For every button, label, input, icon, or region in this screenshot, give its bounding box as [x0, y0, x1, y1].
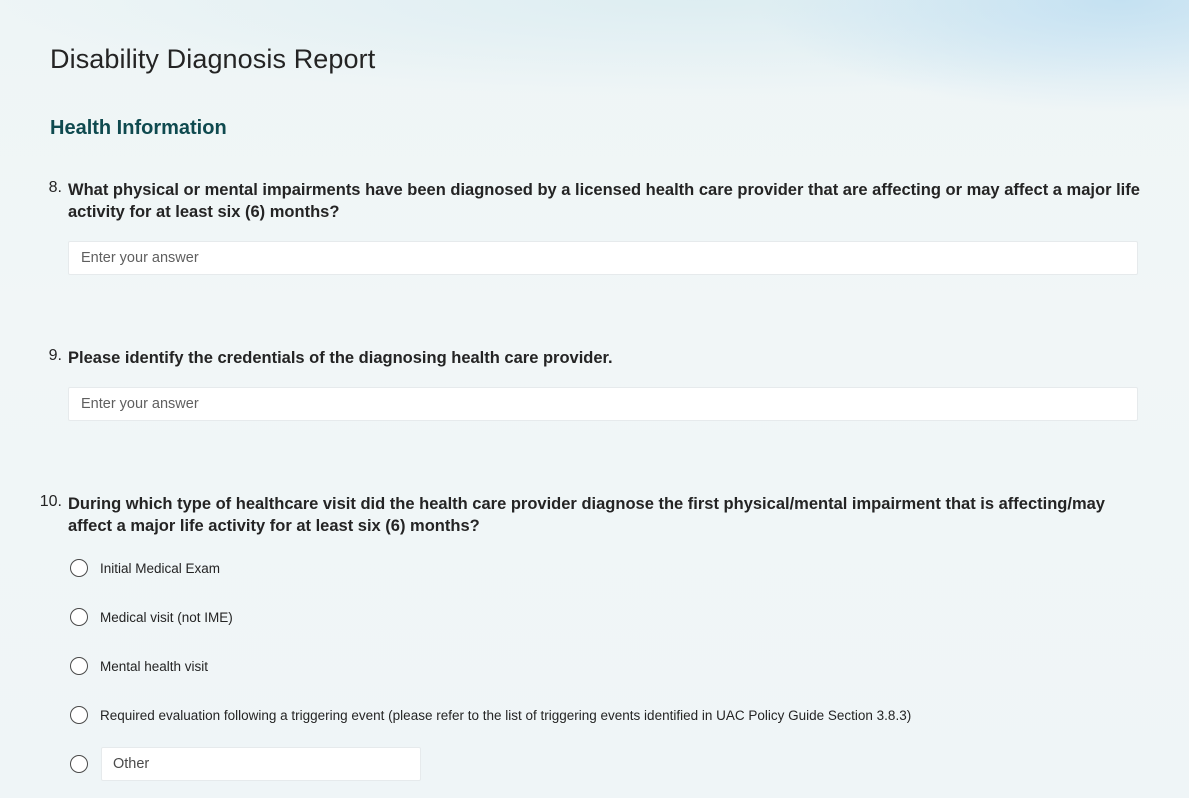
option-label: Required evaluation following a triggeri… — [100, 707, 912, 723]
radio-button[interactable] — [70, 657, 88, 675]
radio-option-initial-medical-exam[interactable]: Initial Medical Exam — [70, 556, 220, 580]
question-text: During which type of healthcare visit di… — [68, 495, 1105, 535]
option-label: Medical visit (not IME) — [100, 609, 233, 625]
form-title: Disability Diagnosis Report — [50, 44, 376, 74]
question-number: 8. — [48, 179, 62, 196]
radio-button[interactable] — [70, 755, 88, 773]
question-number: 10. — [39, 493, 62, 510]
other-answer-input[interactable] — [101, 747, 421, 781]
option-label: Mental health visit — [100, 658, 209, 674]
question-text: Please identify the credentials of the d… — [68, 349, 613, 367]
radio-button[interactable] — [70, 559, 88, 577]
credentials-answer-input[interactable] — [68, 387, 1138, 421]
radio-button[interactable] — [70, 608, 88, 626]
radio-button[interactable] — [70, 706, 88, 724]
radio-option-required-evaluation[interactable]: Required evaluation following a triggeri… — [70, 703, 911, 727]
question-number: 9. — [48, 347, 62, 364]
section-title: Health Information — [50, 117, 227, 139]
radio-option-mental-health-visit[interactable]: Mental health visit — [70, 654, 208, 678]
radio-option-medical-visit[interactable]: Medical visit (not IME) — [70, 605, 233, 629]
option-label: Initial Medical Exam — [100, 560, 221, 576]
radio-option-other[interactable] — [70, 752, 88, 776]
question-text: What physical or mental impairments have… — [68, 181, 1140, 221]
impairments-answer-input[interactable] — [68, 241, 1138, 275]
form-page: Disability Diagnosis Report Health Infor… — [0, 0, 1189, 798]
